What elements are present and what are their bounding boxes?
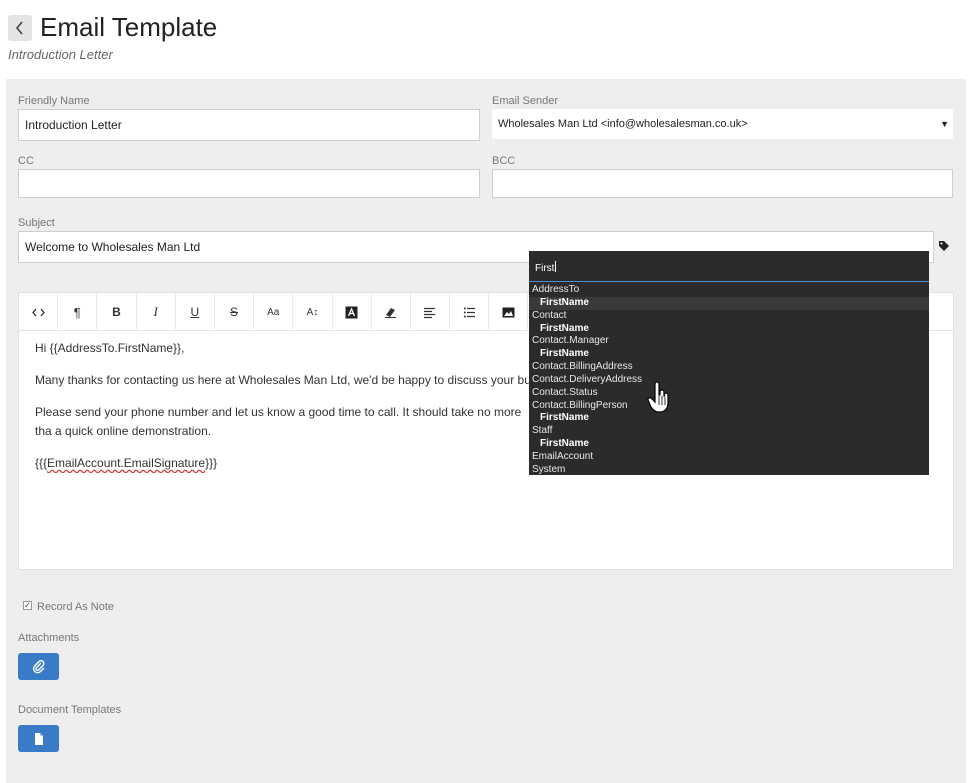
autocomplete-item[interactable]: Contact.Manager bbox=[529, 335, 929, 348]
paperclip-icon bbox=[32, 659, 45, 673]
eraser-icon bbox=[384, 306, 397, 319]
clear-format-button[interactable] bbox=[372, 293, 411, 331]
document-templates-label: Document Templates bbox=[18, 704, 122, 716]
caret-down-icon: ▼ bbox=[940, 119, 949, 129]
autocomplete-item[interactable]: FirstName bbox=[529, 296, 929, 310]
italic-button[interactable]: I bbox=[137, 293, 176, 331]
email-sender-value: Wholesales Man Ltd <info@wholesalesman.c… bbox=[498, 118, 748, 130]
autocomplete-item[interactable]: Staff bbox=[529, 425, 929, 438]
signature-prefix: {{{ bbox=[35, 456, 48, 470]
editor-content[interactable]: Hi {{AddressTo.FirstName}}, Many thanks … bbox=[35, 339, 535, 486]
record-as-note-checkbox[interactable]: ✓ bbox=[23, 601, 32, 610]
hand-cursor-icon bbox=[647, 381, 669, 413]
code-icon bbox=[31, 306, 45, 319]
autocomplete-query: First bbox=[535, 263, 555, 274]
editor-line-2: Many thanks for contacting us here at Wh… bbox=[35, 373, 535, 387]
attachments-label: Attachments bbox=[18, 632, 80, 644]
signature-token: EmailAccount.EmailSignature bbox=[47, 456, 206, 470]
line-height-button[interactable]: A↕ bbox=[293, 293, 333, 331]
editor-greeting: Hi {{AddressTo.FirstName}}, bbox=[35, 341, 185, 355]
list-icon bbox=[463, 306, 476, 319]
page-title: Email Template bbox=[40, 12, 218, 42]
autocomplete-item[interactable]: Contact.BillingAddress bbox=[529, 361, 929, 374]
line-height-icon: A↕ bbox=[306, 306, 319, 318]
underline-icon: U bbox=[190, 305, 200, 319]
font-size-button[interactable]: Aa bbox=[254, 293, 294, 331]
bcc-input[interactable] bbox=[492, 169, 953, 198]
editor-signature: {{{EmailAccount.EmailSignature}}} bbox=[35, 454, 535, 473]
document-icon bbox=[34, 732, 43, 745]
autocomplete-list: AddressTo FirstName Contact FirstName Contac… bbox=[529, 284, 929, 477]
strikethrough-icon: S bbox=[230, 305, 239, 319]
friendly-name-input[interactable]: Introduction Letter bbox=[18, 109, 480, 141]
back-button[interactable] bbox=[8, 15, 32, 41]
list-button[interactable] bbox=[450, 293, 490, 331]
subject-label: Subject bbox=[18, 217, 55, 229]
autocomplete-item[interactable]: Contact.DeliveryAddress bbox=[529, 374, 929, 387]
text-caret bbox=[555, 261, 557, 272]
autocomplete-item[interactable]: EmailAccount bbox=[529, 451, 929, 464]
page-header: Email Template Introduction Letter bbox=[8, 10, 408, 70]
autocomplete-dropdown: First AddressTo FirstName Contact FirstName… bbox=[529, 251, 929, 475]
bold-button[interactable]: B bbox=[97, 293, 137, 331]
bcc-label: BCC bbox=[492, 155, 516, 167]
autocomplete-item[interactable]: FirstName bbox=[529, 412, 929, 425]
chevron-left-icon bbox=[15, 21, 23, 35]
image-icon bbox=[502, 306, 515, 319]
paragraph-button[interactable]: ¶ bbox=[58, 293, 98, 331]
email-sender-label: Email Sender bbox=[492, 95, 559, 107]
underline-button[interactable]: U bbox=[176, 293, 215, 331]
cc-label: CC bbox=[18, 155, 34, 167]
page-subtitle: Introduction Letter bbox=[8, 47, 113, 62]
signature-suffix: }}} bbox=[205, 456, 218, 470]
record-as-note-label: Record As Note bbox=[37, 601, 115, 613]
autocomplete-item[interactable]: FirstName bbox=[529, 348, 929, 361]
add-attachment-button[interactable] bbox=[18, 653, 59, 680]
paragraph-icon: ¶ bbox=[73, 304, 81, 320]
code-view-button[interactable] bbox=[19, 293, 59, 331]
align-icon bbox=[423, 306, 436, 319]
align-button[interactable] bbox=[411, 293, 451, 331]
autocomplete-item[interactable]: FirstName bbox=[529, 323, 929, 336]
autocomplete-item[interactable]: System bbox=[529, 464, 929, 477]
tag-icon[interactable] bbox=[938, 240, 950, 252]
image-button[interactable] bbox=[489, 293, 529, 331]
autocomplete-search-input[interactable]: First bbox=[529, 251, 929, 282]
autocomplete-item[interactable]: Contact bbox=[529, 310, 929, 323]
autocomplete-item[interactable]: AddressTo bbox=[529, 284, 929, 297]
italic-icon: I bbox=[153, 304, 158, 319]
text-color-icon bbox=[345, 306, 358, 319]
autocomplete-item[interactable]: Contact.Status bbox=[529, 387, 929, 400]
strikethrough-button[interactable]: S bbox=[215, 293, 255, 331]
editor-line-3: Please send your phone number and let us… bbox=[35, 405, 522, 438]
friendly-name-label: Friendly Name bbox=[18, 95, 90, 107]
email-sender-select[interactable]: Wholesales Man Ltd <info@wholesalesman.c… bbox=[492, 109, 953, 139]
text-color-button[interactable] bbox=[333, 293, 372, 331]
bold-icon: B bbox=[112, 305, 121, 319]
autocomplete-item[interactable]: Contact.BillingPerson bbox=[529, 400, 929, 413]
cc-input[interactable] bbox=[18, 169, 480, 198]
autocomplete-item[interactable]: FirstName bbox=[529, 438, 929, 451]
add-document-template-button[interactable] bbox=[18, 725, 59, 752]
font-size-icon: Aa bbox=[267, 306, 280, 318]
